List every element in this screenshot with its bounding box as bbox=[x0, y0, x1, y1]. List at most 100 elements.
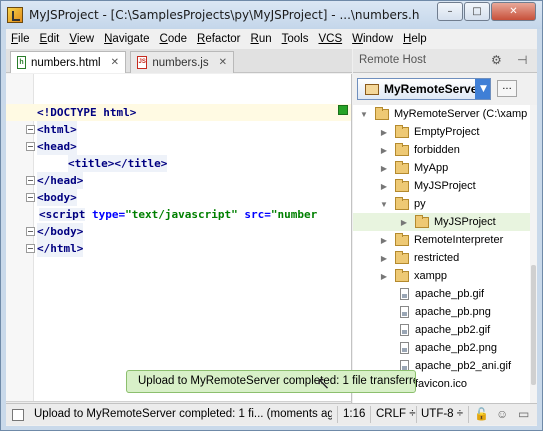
chevron-down-icon[interactable]: ▼ bbox=[359, 110, 369, 119]
close-tab-icon[interactable]: ✕ bbox=[111, 57, 119, 68]
divider bbox=[370, 406, 371, 423]
folder-icon bbox=[395, 124, 409, 138]
tab-label: numbers.html bbox=[30, 56, 101, 69]
chevron-down-icon[interactable]: ▼ bbox=[379, 200, 389, 209]
minimize-button[interactable]: – bbox=[437, 2, 463, 21]
menu-item[interactable]: File bbox=[6, 33, 35, 45]
tree-item[interactable]: ▶ MyJSProject bbox=[353, 213, 537, 231]
remote-file-tree[interactable]: ▼ MyRemoteServer (C:\xamp ▶ EmptyProject ▶ fo… bbox=[353, 105, 537, 405]
fold-icon[interactable] bbox=[26, 142, 35, 151]
folder-icon bbox=[395, 250, 409, 264]
tree-item[interactable]: ▶ RemoteInterpreter bbox=[353, 231, 537, 249]
chevron-down-icon[interactable]: ▼ bbox=[475, 79, 490, 99]
code-line[interactable]: </head> bbox=[6, 172, 351, 189]
tree-item[interactable]: ▼ py bbox=[353, 195, 537, 213]
fold-icon[interactable] bbox=[26, 125, 35, 134]
tree-vertical-scrollbar[interactable] bbox=[530, 105, 537, 405]
code-line[interactable]: <html> bbox=[6, 121, 351, 138]
tree-item-label: MyJSProject bbox=[434, 216, 496, 228]
tab-numbers-js[interactable]: JS numbers.js ✕ bbox=[130, 51, 234, 73]
divider bbox=[468, 406, 469, 423]
menu-item[interactable]: Run bbox=[246, 33, 277, 45]
tree-item[interactable]: ▶ EmptyProject bbox=[353, 123, 537, 141]
menu-item[interactable]: Code bbox=[155, 33, 193, 45]
close-tab-icon[interactable]: ✕ bbox=[219, 57, 227, 68]
chevron-right-icon[interactable]: ▶ bbox=[379, 182, 389, 191]
close-button[interactable]: ✕ bbox=[491, 2, 536, 21]
menu-bar: File Edit View Navigate Code Refactor Run Tools… bbox=[6, 29, 537, 49]
html-close-tag: </html> bbox=[37, 240, 84, 257]
tree-item[interactable]: apache_pb.png bbox=[353, 303, 537, 321]
menu-item[interactable]: View bbox=[64, 33, 99, 45]
menu-item[interactable]: Edit bbox=[35, 33, 65, 45]
chevron-right-icon[interactable]: ▶ bbox=[379, 254, 389, 263]
chevron-right-icon[interactable]: ▶ bbox=[379, 236, 389, 245]
tree-item[interactable]: ▶ restricted bbox=[353, 249, 537, 267]
code-line[interactable]: <head> bbox=[6, 138, 351, 155]
menu-mnemonic: C bbox=[159, 33, 168, 45]
type-value: "text/javascript" bbox=[125, 208, 238, 221]
line-separator[interactable]: CRLF ÷ bbox=[376, 408, 416, 420]
fold-icon[interactable] bbox=[26, 244, 35, 253]
gear-icon[interactable]: ⚙ bbox=[491, 53, 502, 67]
scrollbar-thumb[interactable] bbox=[531, 265, 536, 385]
file-encoding[interactable]: UTF-8 ÷ bbox=[421, 408, 463, 420]
more-button[interactable]: ... bbox=[497, 80, 517, 97]
hide-panel-icon[interactable]: ⊣ bbox=[517, 53, 527, 67]
fold-icon[interactable] bbox=[26, 227, 35, 236]
tree-item[interactable]: apache_pb2.png bbox=[353, 339, 537, 357]
tool-windows-icon[interactable] bbox=[12, 409, 24, 421]
tree-item[interactable]: ▶ MyJSProject bbox=[353, 177, 537, 195]
menu-item[interactable]: Refactor bbox=[192, 33, 245, 45]
type-attr: type= bbox=[91, 208, 126, 221]
menu-mnemonic: F bbox=[11, 33, 19, 45]
code-line[interactable]: <!DOCTYPE html> bbox=[6, 104, 351, 121]
menu-item[interactable]: Window bbox=[347, 33, 398, 45]
tree-item[interactable]: ▶ forbidden bbox=[353, 141, 537, 159]
code-line[interactable]: <title></title> bbox=[6, 155, 351, 172]
chevron-right-icon[interactable]: ▶ bbox=[379, 128, 389, 137]
inspector-icon[interactable]: ☺ bbox=[496, 407, 508, 421]
server-selector[interactable]: MyRemoteServer ▼ bbox=[357, 78, 491, 100]
code-line[interactable]: </body> bbox=[6, 223, 351, 240]
title-bar[interactable]: MyJSProject - [C:\SamplesProjects\py\MyJ… bbox=[1, 1, 542, 29]
chevron-right-icon[interactable]: ▶ bbox=[399, 218, 409, 227]
upload-notification[interactable]: Upload to MyRemoteServer completed: 1 fi… bbox=[126, 370, 416, 393]
script-open-tag: <script bbox=[39, 208, 86, 221]
code-line[interactable]: <script type="text/javascript" src="numb… bbox=[6, 206, 351, 223]
chevron-right-icon[interactable]: ▶ bbox=[379, 146, 389, 155]
menu-label: ile bbox=[18, 33, 30, 45]
fold-icon[interactable] bbox=[26, 193, 35, 202]
tree-item[interactable]: ▶ MyApp bbox=[353, 159, 537, 177]
lock-icon[interactable]: 🔓 bbox=[474, 407, 489, 421]
tree-item-label: apache_pb2.png bbox=[415, 342, 497, 354]
status-message[interactable]: Upload to MyRemoteServer completed: 1 fi… bbox=[34, 408, 332, 420]
maximize-button[interactable]: □ bbox=[464, 2, 490, 21]
code-editor[interactable]: <!DOCTYPE html> <html> <head> <title></t… bbox=[6, 74, 352, 401]
chevron-right-icon[interactable]: ▶ bbox=[379, 164, 389, 173]
ide-window: MyJSProject - [C:\SamplesProjects\py\MyJ… bbox=[0, 0, 543, 431]
menu-item[interactable]: Help bbox=[398, 33, 432, 45]
menu-item[interactable]: VCS bbox=[313, 33, 347, 45]
event-log-icon[interactable]: ▭ bbox=[518, 407, 529, 421]
caret-position[interactable]: 1:16 bbox=[343, 408, 365, 420]
menu-item[interactable]: Navigate bbox=[99, 33, 154, 45]
tree-item[interactable]: apache_pb2.gif bbox=[353, 321, 537, 339]
tree-item-label: MyJSProject bbox=[414, 180, 476, 192]
title-tag: <title></title> bbox=[68, 155, 168, 172]
tab-numbers-html[interactable]: h numbers.html ✕ bbox=[10, 51, 126, 73]
code-line[interactable]: <body> bbox=[6, 189, 351, 206]
code-line[interactable]: </html> bbox=[6, 240, 351, 257]
tree-item-label: apache_pb2_ani.gif bbox=[415, 360, 512, 372]
tree-item[interactable]: ▶ xampp bbox=[353, 267, 537, 285]
tree-item[interactable]: apache_pb.gif bbox=[353, 285, 537, 303]
tree-item-label: favicon.ico bbox=[415, 378, 467, 390]
script-line: <script type="text/javascript" src="numb… bbox=[39, 206, 317, 223]
menu-label: efactor bbox=[205, 33, 241, 45]
menu-item[interactable]: Tools bbox=[277, 33, 314, 45]
tree-item[interactable]: ▼ MyRemoteServer (C:\xamp bbox=[353, 105, 537, 123]
menu-mnemonic: R bbox=[250, 33, 259, 45]
chevron-right-icon[interactable]: ▶ bbox=[379, 272, 389, 281]
fold-icon[interactable] bbox=[26, 176, 35, 185]
folder-icon bbox=[415, 214, 429, 228]
